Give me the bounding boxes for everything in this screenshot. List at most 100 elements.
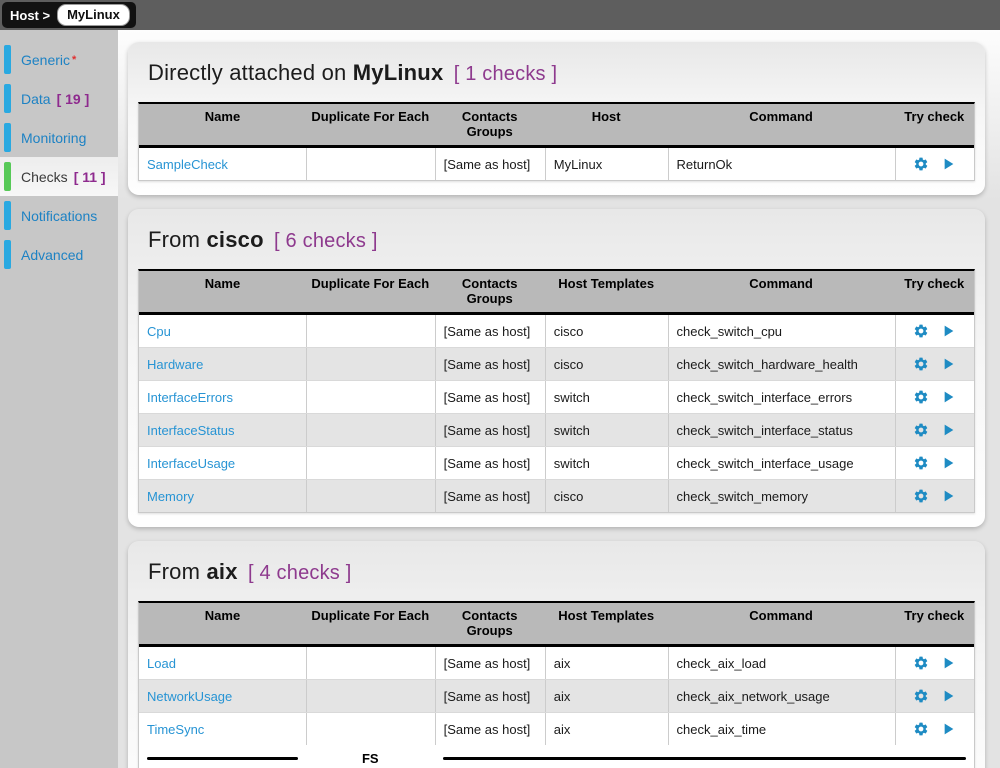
- gear-icon[interactable]: [913, 721, 929, 737]
- divider-line-right: [443, 757, 966, 760]
- try-check-cell: [895, 315, 974, 347]
- host-cell: MyLinux: [545, 148, 668, 180]
- gear-icon[interactable]: [913, 488, 929, 504]
- try-check-cell: [895, 148, 974, 180]
- sidebar-item-generic[interactable]: Generic *: [0, 40, 118, 79]
- section-title: Directly attached on MyLinux [ 1 checks …: [148, 60, 975, 86]
- try-check-cell: [895, 680, 974, 712]
- duplicate-for-each-cell: [306, 713, 435, 745]
- host-cell: switch: [545, 414, 668, 446]
- host-cell: aix: [545, 680, 668, 712]
- duplicate-for-each-cell: [306, 381, 435, 413]
- gear-icon[interactable]: [913, 389, 929, 405]
- sidebar-item-monitoring[interactable]: Monitoring: [0, 118, 118, 157]
- sidebar-item-notifications[interactable]: Notifications: [0, 196, 118, 235]
- gear-icon[interactable]: [913, 356, 929, 372]
- column-header: Contacts Groups: [435, 271, 545, 312]
- checks-table: NameDuplicate For EachContacts GroupsHos…: [138, 601, 975, 768]
- sidebar-accent-bar: [4, 162, 11, 191]
- table-row: InterfaceUsage [Same as host] switch che…: [139, 446, 974, 479]
- check-name-link[interactable]: Cpu: [147, 324, 171, 339]
- check-name-link[interactable]: NetworkUsage: [147, 689, 232, 704]
- play-icon[interactable]: [940, 422, 956, 438]
- host-cell: cisco: [545, 348, 668, 380]
- duplicate-for-each-cell: [306, 647, 435, 679]
- check-name-link[interactable]: SampleCheck: [147, 157, 228, 172]
- contacts-groups-cell: [Same as host]: [435, 315, 545, 347]
- contacts-groups-cell: [Same as host]: [435, 381, 545, 413]
- check-name-link[interactable]: InterfaceErrors: [147, 390, 233, 405]
- command-cell: ReturnOk: [668, 148, 895, 180]
- check-name-link[interactable]: TimeSync: [147, 722, 204, 737]
- main-content: Directly attached on MyLinux [ 1 checks …: [118, 30, 1000, 768]
- section-check-count: [ 4 checks ]: [248, 562, 352, 584]
- table-header-row: NameDuplicate For EachContacts GroupsHos…: [139, 603, 974, 647]
- section-title-prefix: From: [148, 227, 200, 252]
- column-header: Name: [139, 271, 306, 312]
- table-row: SampleCheck [Same as host] MyLinux Retur…: [139, 148, 974, 180]
- column-header: Duplicate For Each: [306, 271, 435, 312]
- sidebar-item-count: [ 11 ]: [74, 169, 106, 185]
- column-header: Command: [668, 271, 895, 312]
- gear-icon[interactable]: [913, 688, 929, 704]
- play-icon[interactable]: [940, 488, 956, 504]
- table-header-row: NameDuplicate For EachContacts GroupsHos…: [139, 271, 974, 315]
- section-title-source: aix: [206, 559, 237, 584]
- try-check-cell: [895, 348, 974, 380]
- gear-icon[interactable]: [913, 323, 929, 339]
- breadcrumb-label: Host >: [10, 8, 50, 23]
- table-row: NetworkUsage [Same as host] aix check_ai…: [139, 679, 974, 712]
- table-row: InterfaceErrors [Same as host] switch ch…: [139, 380, 974, 413]
- section-title-source: cisco: [206, 227, 263, 252]
- section-title-prefix: From: [148, 559, 200, 584]
- play-icon[interactable]: [940, 655, 956, 671]
- duplicate-for-each-cell: [306, 414, 435, 446]
- column-header: Command: [668, 603, 895, 644]
- column-header: Try check: [895, 271, 974, 312]
- check-name-link[interactable]: InterfaceStatus: [147, 423, 234, 438]
- gear-icon[interactable]: [913, 422, 929, 438]
- check-name-link[interactable]: InterfaceUsage: [147, 456, 235, 471]
- play-icon[interactable]: [940, 156, 956, 172]
- command-cell: check_aix_load: [668, 647, 895, 679]
- contacts-groups-cell: [Same as host]: [435, 447, 545, 479]
- table-row: Memory [Same as host] cisco check_switch…: [139, 479, 974, 512]
- gear-icon[interactable]: [913, 156, 929, 172]
- play-icon[interactable]: [940, 323, 956, 339]
- sidebar-accent-bar: [4, 45, 11, 74]
- play-icon[interactable]: [940, 389, 956, 405]
- host-cell: aix: [545, 647, 668, 679]
- sidebar-item-label: Notifications: [21, 208, 97, 224]
- column-header: Try check: [895, 603, 974, 644]
- play-icon[interactable]: [940, 455, 956, 471]
- sidebar-item-checks[interactable]: Checks [ 11 ]: [0, 157, 118, 196]
- play-icon[interactable]: [940, 356, 956, 372]
- divider-line-left: [147, 757, 298, 760]
- duplicate-for-each-cell: [306, 480, 435, 512]
- host-cell: switch: [545, 447, 668, 479]
- table-header-row: NameDuplicate For EachContacts GroupsHos…: [139, 104, 974, 148]
- sidebar-item-data[interactable]: Data [ 19 ]: [0, 79, 118, 118]
- checks-section: From cisco [ 6 checks ] NameDuplicate Fo…: [128, 209, 985, 527]
- host-badge[interactable]: MyLinux: [57, 4, 130, 26]
- duplicate-for-each-cell: [306, 348, 435, 380]
- check-name-link[interactable]: Load: [147, 656, 176, 671]
- check-name-link[interactable]: Memory: [147, 489, 194, 504]
- play-icon[interactable]: [940, 688, 956, 704]
- required-asterisk: *: [72, 54, 76, 66]
- sidebar-item-advanced[interactable]: Advanced: [0, 235, 118, 274]
- check-name-link[interactable]: Hardware: [147, 357, 203, 372]
- contacts-groups-cell: [Same as host]: [435, 148, 545, 180]
- command-cell: check_switch_interface_errors: [668, 381, 895, 413]
- gear-icon[interactable]: [913, 655, 929, 671]
- gear-icon[interactable]: [913, 455, 929, 471]
- table-body: Load [Same as host] aix check_aix_load N…: [139, 647, 974, 768]
- column-header: Contacts Groups: [435, 104, 545, 145]
- play-icon[interactable]: [940, 721, 956, 737]
- command-cell: check_switch_memory: [668, 480, 895, 512]
- column-header: Contacts Groups: [435, 603, 545, 644]
- try-check-cell: [895, 381, 974, 413]
- sidebar-item-label: Advanced: [21, 247, 83, 263]
- checks-table: NameDuplicate For EachContacts GroupsHos…: [138, 102, 975, 181]
- section-title: From cisco [ 6 checks ]: [148, 227, 975, 253]
